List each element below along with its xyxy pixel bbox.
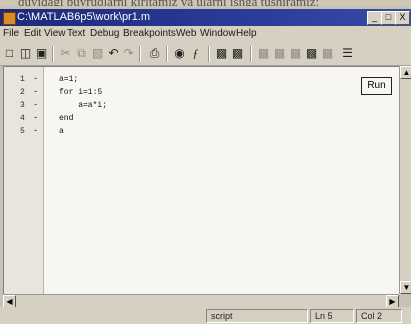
menu-help[interactable]: Help xyxy=(236,28,257,39)
window-title: C:\MATLAB6p5\work\pr1.m xyxy=(17,11,151,23)
clear-breakpoints-icon[interactable]: ▩ xyxy=(230,46,245,61)
continue-icon[interactable]: ▩ xyxy=(304,46,319,61)
step-in-icon[interactable]: ▩ xyxy=(272,46,287,61)
line-number: 1 xyxy=(20,75,25,84)
set-breakpoint-icon[interactable]: ▩ xyxy=(214,46,229,61)
toolbar-separator xyxy=(52,46,54,62)
menu-view[interactable]: View xyxy=(44,28,66,39)
menu-text[interactable]: Text xyxy=(67,28,85,39)
stack-icon[interactable]: ☰ xyxy=(340,46,355,61)
copy-icon[interactable]: ⧉ xyxy=(74,46,89,61)
toolbar-separator xyxy=(250,46,252,62)
line-number: 5 xyxy=(20,127,25,136)
scroll-up-icon[interactable]: ▲ xyxy=(400,66,411,79)
breakpoint-marker[interactable]: - xyxy=(33,113,38,123)
function-icon[interactable]: ƒ xyxy=(188,46,203,61)
code-line[interactable]: a=1; xyxy=(59,75,78,84)
redo-icon[interactable]: ↷ xyxy=(121,46,136,61)
toolbar: □ ◫ ▣ ✂ ⧉ ▧ ↶ ↷ ⎙ ◉ ƒ ▩ ▩ ▩ ▩ ▩ ▩ ▩ ☰ xyxy=(0,43,411,66)
breakpoint-marker[interactable]: - xyxy=(33,87,38,97)
menu-breakpoints[interactable]: Breakpoints xyxy=(123,28,176,39)
menu-web[interactable]: Web xyxy=(176,28,196,39)
save-icon[interactable]: ▣ xyxy=(34,46,49,61)
toolbar-separator xyxy=(166,46,168,62)
toolbar-separator xyxy=(139,46,141,62)
find-icon[interactable]: ◉ xyxy=(172,46,187,61)
status-column: Col 2 xyxy=(356,309,402,323)
breakpoint-marker[interactable]: - xyxy=(33,100,38,110)
breakpoint-marker[interactable]: - xyxy=(33,74,38,84)
paste-icon[interactable]: ▧ xyxy=(90,46,105,61)
open-folder-icon[interactable]: ◫ xyxy=(18,46,33,61)
line-number: 3 xyxy=(20,101,25,110)
menu-bar: File Edit View Text Debug Breakpoints We… xyxy=(0,26,411,43)
status-bar: script Ln 5 Col 2 xyxy=(0,307,411,324)
run-button[interactable]: Run xyxy=(361,77,392,95)
code-line[interactable]: a xyxy=(59,127,64,136)
editor-window: C:\MATLAB6p5\work\pr1.m _ □ X File Edit … xyxy=(0,6,411,324)
close-button[interactable]: X xyxy=(395,11,410,25)
code-line[interactable]: a=a*i; xyxy=(59,101,107,110)
minimize-button[interactable]: _ xyxy=(367,11,382,25)
cut-icon[interactable]: ✂ xyxy=(58,46,73,61)
step-icon[interactable]: ▩ xyxy=(256,46,271,61)
matlab-app-icon xyxy=(3,12,16,25)
menu-file[interactable]: File xyxy=(3,28,19,39)
print-icon[interactable]: ⎙ xyxy=(147,46,162,61)
menu-debug[interactable]: Debug xyxy=(90,28,119,39)
new-file-icon[interactable]: □ xyxy=(2,46,17,61)
code-editor[interactable]: 1 - a=1; 2 - for i=1:5 3 - a=a*i; 4 - en… xyxy=(3,66,400,296)
vertical-scrollbar[interactable]: ▲ ▼ xyxy=(399,66,411,294)
title-bar: C:\MATLAB6p5\work\pr1.m _ □ X xyxy=(0,9,411,26)
menu-window[interactable]: Window xyxy=(200,28,236,39)
horizontal-scrollbar[interactable]: ◀ ▶ xyxy=(3,294,399,308)
breakpoint-marker[interactable]: - xyxy=(33,126,38,136)
line-number: 4 xyxy=(20,114,25,123)
menu-edit[interactable]: Edit xyxy=(24,28,41,39)
code-line[interactable]: end xyxy=(59,114,73,123)
toolbar-separator xyxy=(208,46,210,62)
status-mode: script xyxy=(206,309,308,323)
undo-icon[interactable]: ↶ xyxy=(106,46,121,61)
maximize-button[interactable]: □ xyxy=(381,11,396,25)
exit-debug-icon[interactable]: ▩ xyxy=(320,46,335,61)
status-line: Ln 5 xyxy=(310,309,354,323)
scroll-down-icon[interactable]: ▼ xyxy=(400,281,411,294)
code-line[interactable]: for i=1:5 xyxy=(59,88,102,97)
step-out-icon[interactable]: ▩ xyxy=(288,46,303,61)
line-number: 2 xyxy=(20,88,25,97)
